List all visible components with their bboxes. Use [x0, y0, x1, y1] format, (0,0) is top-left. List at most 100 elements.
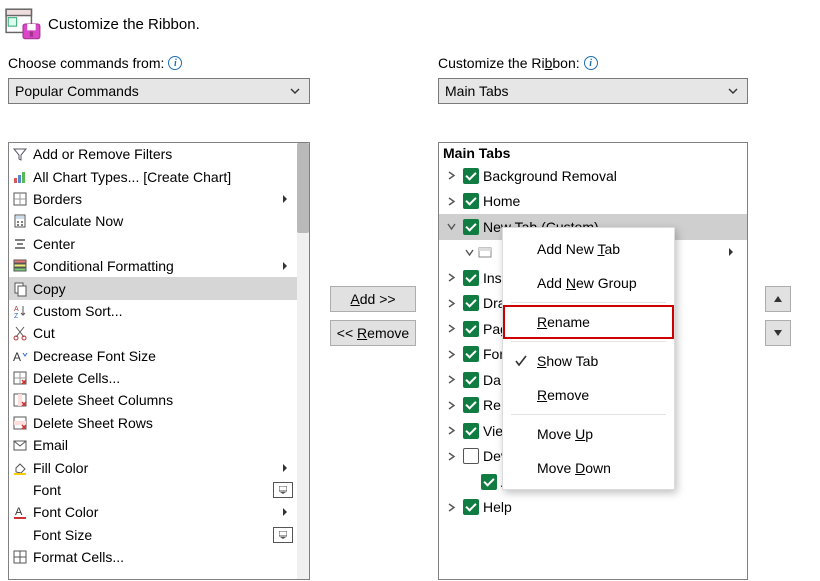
- checkbox[interactable]: [463, 295, 479, 311]
- svg-text:A: A: [15, 506, 23, 518]
- command-item[interactable]: Cut: [9, 322, 297, 344]
- checkbox[interactable]: [463, 499, 479, 515]
- chevron-down-icon[interactable]: [461, 244, 477, 260]
- info-icon[interactable]: i: [584, 56, 598, 70]
- checkbox[interactable]: [463, 193, 479, 209]
- command-label: Delete Sheet Columns: [33, 392, 295, 408]
- menu-item[interactable]: Add New Tab: [503, 232, 674, 266]
- choose-commands-combo[interactable]: Popular Commands: [8, 78, 310, 104]
- command-item[interactable]: Email: [9, 434, 297, 456]
- command-item[interactable]: Delete Sheet Rows: [9, 412, 297, 434]
- command-item[interactable]: Add or Remove Filters: [9, 143, 297, 165]
- command-item[interactable]: Borders: [9, 188, 297, 210]
- command-label: Calculate Now: [33, 213, 295, 229]
- command-item[interactable]: Fill Color: [9, 456, 297, 478]
- command-item[interactable]: Center: [9, 233, 297, 255]
- fontcolor-icon: A: [11, 503, 29, 521]
- svg-text:A: A: [14, 306, 19, 313]
- chevron-down-icon[interactable]: [443, 219, 459, 235]
- move-down-button[interactable]: [765, 320, 791, 346]
- tree-item-label: Vie: [483, 423, 503, 439]
- chevron-right-icon[interactable]: [443, 295, 459, 311]
- command-item[interactable]: ADecrease Font Size: [9, 345, 297, 367]
- chevron-right-icon[interactable]: [443, 193, 459, 209]
- info-icon[interactable]: i: [168, 56, 182, 70]
- scrollbar[interactable]: [297, 143, 309, 579]
- command-item[interactable]: Font: [9, 479, 297, 501]
- commands-listbox[interactable]: Add or Remove Filters All Chart Types... …: [8, 142, 310, 580]
- command-item[interactable]: Delete Cells...: [9, 367, 297, 389]
- chevron-right-icon[interactable]: [443, 397, 459, 413]
- tree-root-label: Main Tabs: [439, 143, 747, 163]
- tree-item-label: For: [483, 346, 504, 362]
- menu-item-label: Show Tab: [537, 353, 598, 369]
- choose-commands-label: Choose commands from:: [8, 55, 164, 71]
- chevron-right-icon[interactable]: [443, 499, 459, 515]
- menu-item[interactable]: Add New Group: [503, 266, 674, 300]
- command-item[interactable]: Delete Sheet Columns: [9, 389, 297, 411]
- menu-item[interactable]: Show Tab: [503, 344, 674, 378]
- chevron-right-icon: [721, 247, 741, 257]
- chevron-right-icon[interactable]: [443, 321, 459, 337]
- chevron-right-icon: [275, 457, 295, 479]
- tree-item[interactable]: Home: [439, 189, 747, 215]
- command-label: Copy: [33, 281, 295, 297]
- tree-item-label: Ins: [483, 270, 502, 286]
- tree-item[interactable]: Help: [439, 495, 747, 521]
- move-up-button[interactable]: [765, 286, 791, 312]
- tree-item-label: Re: [483, 397, 501, 413]
- chevron-right-icon[interactable]: [443, 270, 459, 286]
- menu-separator: [511, 341, 666, 342]
- remove-button[interactable]: << Remove: [330, 320, 416, 346]
- menu-item[interactable]: Remove: [503, 378, 674, 412]
- svg-text:Z: Z: [14, 313, 19, 319]
- command-label: Borders: [33, 191, 275, 207]
- copy-icon: [11, 280, 29, 298]
- chevron-right-icon[interactable]: [443, 448, 459, 464]
- checkbox[interactable]: [463, 448, 479, 464]
- command-item[interactable]: Conditional Formatting: [9, 255, 297, 277]
- svg-text:A: A: [13, 350, 21, 364]
- checkbox[interactable]: [463, 168, 479, 184]
- chevron-right-icon[interactable]: [443, 423, 459, 439]
- chevron-down-icon: [725, 83, 741, 99]
- blank-icon: [11, 526, 29, 544]
- command-item[interactable]: Copy: [9, 277, 297, 299]
- command-label: Fill Color: [33, 460, 275, 476]
- command-item[interactable]: Format Cells...: [9, 546, 297, 568]
- checkbox[interactable]: [463, 372, 479, 388]
- checkbox[interactable]: [463, 346, 479, 362]
- command-item[interactable]: All Chart Types... [Create Chart]: [9, 165, 297, 187]
- customize-ribbon-combo[interactable]: Main Tabs: [438, 78, 748, 104]
- chevron-right-icon[interactable]: [443, 168, 459, 184]
- command-item[interactable]: AZCustom Sort...: [9, 300, 297, 322]
- scrollbar-thumb[interactable]: [297, 143, 309, 233]
- chevron-right-icon[interactable]: [443, 372, 459, 388]
- checkbox[interactable]: [463, 321, 479, 337]
- command-item[interactable]: Calculate Now: [9, 210, 297, 232]
- add-button[interactable]: Add >>: [330, 286, 416, 312]
- command-item[interactable]: AFont Color: [9, 501, 297, 523]
- delcol-icon: [11, 391, 29, 409]
- menu-item[interactable]: Rename: [503, 305, 674, 339]
- menu-item[interactable]: Move Down: [503, 451, 674, 485]
- tree-item[interactable]: Background Removal: [439, 163, 747, 189]
- menu-item[interactable]: Move Up: [503, 417, 674, 451]
- tree-item-label: Help: [483, 499, 512, 515]
- fill-icon: [11, 459, 29, 477]
- tree-item-label: Da: [483, 372, 501, 388]
- chevron-right-icon[interactable]: [443, 346, 459, 362]
- chevron-right-icon: [275, 255, 295, 277]
- command-label: Add or Remove Filters: [33, 146, 295, 162]
- checkbox[interactable]: [463, 397, 479, 413]
- group-icon: [477, 244, 493, 260]
- menu-item-label: Rename: [537, 314, 590, 330]
- checkbox[interactable]: [463, 219, 479, 235]
- checkbox[interactable]: [481, 474, 497, 490]
- command-item[interactable]: Font Size: [9, 524, 297, 546]
- chevron-down-icon: [287, 83, 303, 99]
- chevron-right-icon: [275, 188, 295, 210]
- check-icon: [513, 353, 529, 369]
- checkbox[interactable]: [463, 270, 479, 286]
- checkbox[interactable]: [463, 423, 479, 439]
